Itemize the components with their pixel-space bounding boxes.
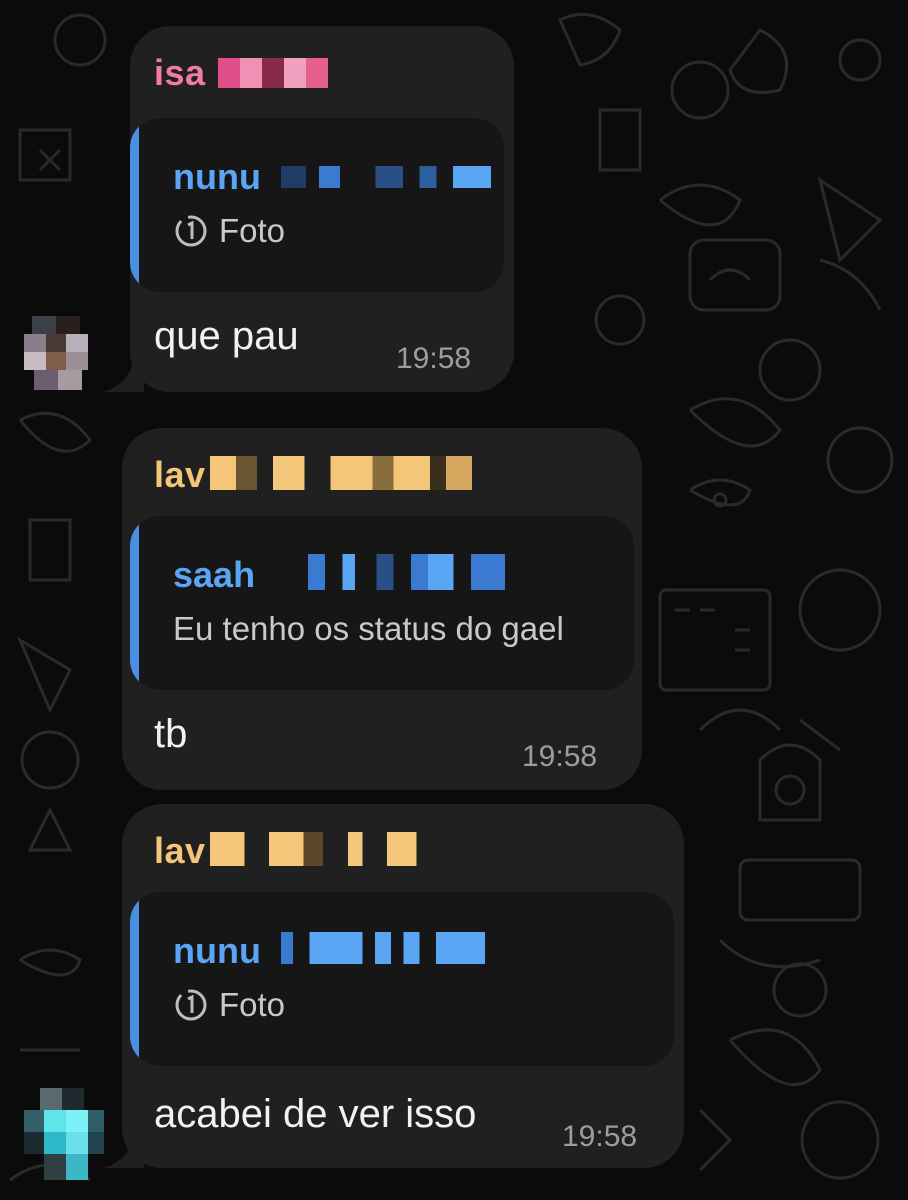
message-timestamp: 19:58 xyxy=(562,1120,638,1153)
sender-avatar-isa[interactable] xyxy=(24,316,88,390)
view-once-icon xyxy=(175,989,207,1021)
quote-accent-bar xyxy=(130,516,139,690)
quote-author: saah xyxy=(173,554,505,596)
message-bubble[interactable]: lav saah Eu tenho os status do gael tb 1… xyxy=(122,428,642,790)
quote-media-type: Foto xyxy=(173,212,285,250)
redacted-quote-surname xyxy=(291,554,505,590)
redacted-sender-surname xyxy=(210,456,472,490)
message-timestamp: 19:58 xyxy=(396,342,472,375)
reply-quote[interactable]: nunu Foto xyxy=(130,118,504,292)
quote-text: Eu tenho os status do gael xyxy=(173,610,564,647)
message-bubble[interactable]: isa nunu Foto que pau 19:58 xyxy=(130,26,514,392)
redacted-quote-surname xyxy=(281,166,491,188)
quote-accent-bar xyxy=(130,118,139,292)
quote-accent-bar xyxy=(130,892,139,1066)
reply-quote[interactable]: nunu Foto xyxy=(130,892,674,1066)
quote-media-type: Foto xyxy=(173,986,285,1024)
message-bubble[interactable]: lav nunu Foto acabei de ver isso 19:58 xyxy=(122,804,684,1168)
redacted-quote-surname xyxy=(281,932,485,964)
view-once-icon xyxy=(175,215,207,247)
sender-name[interactable]: lav xyxy=(154,454,472,496)
message-text: acabei de ver isso xyxy=(154,1092,477,1136)
message-text: tb xyxy=(154,712,188,756)
quote-author: nunu xyxy=(173,156,491,198)
sender-name[interactable]: lav xyxy=(154,830,456,872)
redacted-sender-surname xyxy=(210,832,456,866)
redacted-sender-surname xyxy=(218,58,328,88)
sender-avatar-lav[interactable] xyxy=(24,1088,104,1180)
quote-author: nunu xyxy=(173,930,485,972)
sender-name[interactable]: isa xyxy=(154,52,328,94)
reply-quote[interactable]: saah Eu tenho os status do gael xyxy=(130,516,634,690)
message-text: que pau xyxy=(154,314,299,358)
message-timestamp: 19:58 xyxy=(522,740,598,773)
